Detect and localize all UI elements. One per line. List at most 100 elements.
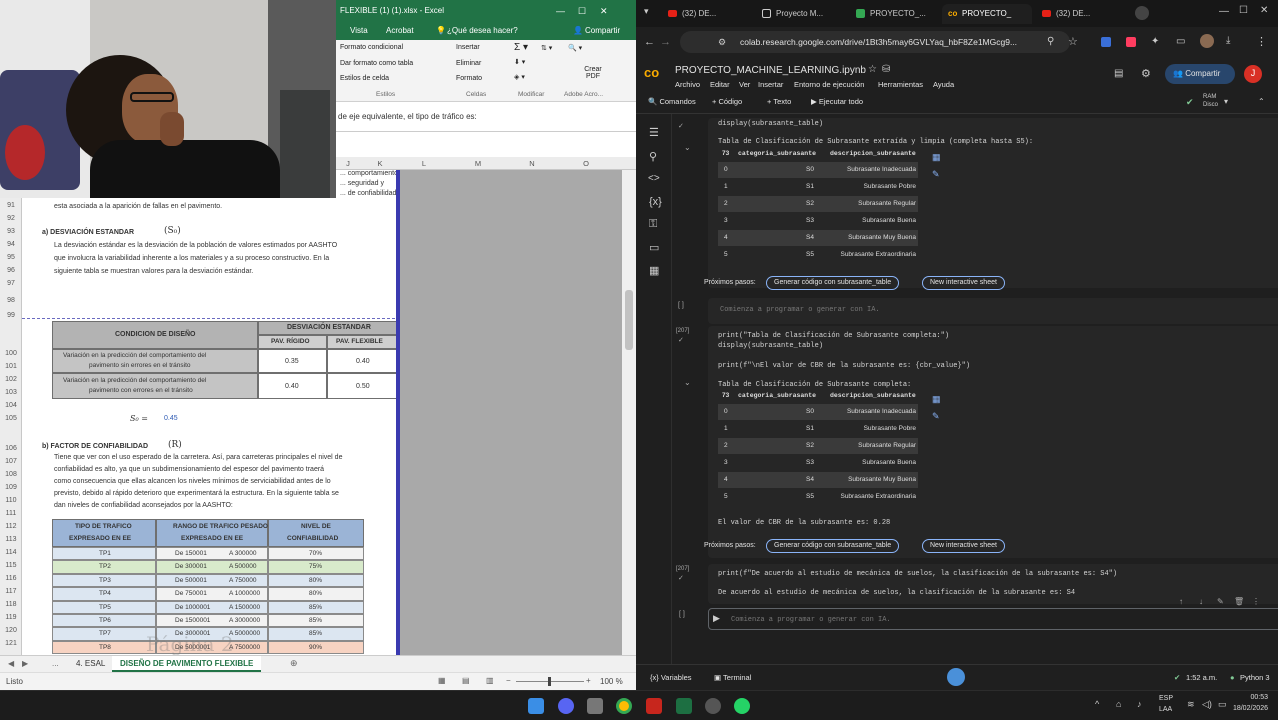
formula-bar[interactable]: de eje equivalente, el tipo de tráfico e…: [336, 104, 636, 132]
row-header[interactable]: 120: [0, 627, 22, 634]
wifi-icon[interactable]: ≋: [1187, 699, 1195, 710]
conditional-format-button[interactable]: Formato condicional: [340, 44, 403, 51]
sidepanel-icon[interactable]: ▭: [1176, 36, 1185, 47]
row-header[interactable]: 121: [0, 640, 22, 647]
edit-icon[interactable]: ✎: [1217, 597, 1224, 606]
whatsapp-icon[interactable]: [734, 698, 750, 714]
comments-icon[interactable]: ▤: [1114, 68, 1123, 79]
clock-date[interactable]: 18/02/2026: [1226, 705, 1268, 712]
row-header[interactable]: 94: [0, 241, 22, 248]
secrets-icon[interactable]: ⚿: [649, 218, 657, 231]
play-icon[interactable]: ▶: [713, 613, 720, 624]
cell-placeholder[interactable]: Comienza a programar o generar con IA.: [720, 306, 880, 314]
row-header[interactable]: 118: [0, 601, 22, 608]
settings-icon[interactable]: ⚙: [1141, 67, 1151, 80]
zoom-level[interactable]: 100 %: [600, 677, 623, 686]
row-header[interactable]: 92: [0, 215, 22, 222]
column-header[interactable]: K: [370, 159, 390, 168]
row-header[interactable]: 117: [0, 588, 22, 595]
files-icon[interactable]: ▭: [649, 241, 659, 254]
menu-archivo[interactable]: Archivo: [675, 80, 700, 89]
more-icon[interactable]: ⋮: [1252, 597, 1260, 606]
address-bar[interactable]: colab.research.google.com/drive/1Bt3h5ma…: [680, 31, 1070, 53]
bookmark-icon[interactable]: ☆: [1068, 35, 1078, 48]
code-line[interactable]: display(subrasante_table): [718, 120, 823, 128]
find-icon[interactable]: 🔍 ▾: [568, 44, 582, 52]
insert-cells-button[interactable]: Insertar: [456, 44, 480, 51]
zoom-thumb[interactable]: [548, 677, 551, 686]
menu-runtime[interactable]: Entorno de ejecución: [794, 80, 864, 89]
interactive-sheet-chip[interactable]: New interactive sheet: [922, 539, 1005, 553]
maximize-icon[interactable]: ☐: [1239, 5, 1248, 16]
add-sheet-icon[interactable]: ⊕: [290, 658, 298, 669]
ram-label[interactable]: RAM: [1203, 94, 1216, 100]
move-down-icon[interactable]: ↓: [1199, 597, 1203, 606]
chrome-icon[interactable]: [616, 698, 632, 714]
code-cell[interactable]: [207] ✓ print(f"De acuerdo al estudio de…: [676, 564, 1278, 604]
row-header[interactable]: 97: [0, 280, 22, 287]
format-table-button[interactable]: Dar formato como tabla: [340, 60, 413, 67]
minimize-icon[interactable]: —: [1219, 6, 1229, 17]
table-view-icon[interactable]: ▦: [932, 152, 941, 163]
extensions-icon[interactable]: ✦: [1151, 36, 1159, 47]
browser-tab[interactable]: (32) DE...: [1036, 4, 1126, 24]
row-header[interactable]: 93: [0, 228, 22, 235]
code-line[interactable]: print(f"De acuerdo al estudio de mecánic…: [718, 570, 1117, 578]
excel-share-button[interactable]: Compartir: [585, 26, 620, 35]
row-header[interactable]: 91: [0, 202, 22, 209]
chevron-up-icon[interactable]: ^: [1095, 699, 1099, 709]
settings-icon[interactable]: [705, 698, 721, 714]
vertical-scrollbar[interactable]: [622, 170, 636, 655]
row-header[interactable]: 107: [0, 458, 22, 465]
delete-icon[interactable]: 🗑: [1234, 597, 1244, 606]
generate-code-chip[interactable]: Generar código con subrasante_table: [766, 276, 900, 290]
scroll-thumb[interactable]: [625, 290, 633, 350]
sheet-tab-active[interactable]: DISEÑO DE PAVIMENTO FLEXIBLE: [112, 656, 262, 672]
empty-cell[interactable]: [ ] Comienza a programar o generar con I…: [678, 298, 1278, 324]
row-header[interactable]: 102: [0, 376, 22, 383]
tab-list-icon[interactable]: ▾: [644, 6, 649, 17]
maximize-icon[interactable]: ☐: [578, 6, 586, 17]
format-cells-button[interactable]: Formato: [456, 75, 482, 82]
run-cell-icon[interactable]: [ ]: [679, 611, 685, 618]
start-icon[interactable]: [528, 698, 544, 714]
row-header[interactable]: 99: [0, 312, 22, 319]
move-up-icon[interactable]: ↑: [1179, 597, 1183, 606]
file-explorer-icon[interactable]: [587, 698, 603, 714]
fill-icon[interactable]: ⬇ ▾: [514, 58, 525, 66]
column-header[interactable]: N: [522, 159, 542, 168]
lang-secondary[interactable]: LAA: [1159, 706, 1172, 713]
extension-icon[interactable]: [1126, 37, 1136, 47]
discord-icon[interactable]: [558, 698, 574, 714]
code-line[interactable]: print("Tabla de Clasificación de Subrasa…: [718, 332, 949, 340]
interactive-sheet-chip[interactable]: New interactive sheet: [922, 276, 1005, 290]
row-header[interactable]: 115: [0, 562, 22, 569]
row-header[interactable]: 95: [0, 254, 22, 261]
row-header[interactable]: 104: [0, 402, 22, 409]
minimize-icon[interactable]: —: [556, 6, 565, 16]
sort-icon[interactable]: ⇅ ▾: [541, 44, 552, 52]
disk-label[interactable]: Disco: [1203, 102, 1218, 108]
add-text-button[interactable]: + Texto: [767, 97, 791, 106]
code-cell[interactable]: [207] ✓ ⌄ print("Tabla de Clasificación …: [676, 326, 1278, 558]
variables-icon[interactable]: {x}: [649, 196, 662, 208]
excel-icon[interactable]: [676, 698, 692, 714]
row-header[interactable]: 110: [0, 497, 22, 504]
add-code-button[interactable]: + Código: [712, 97, 742, 106]
column-header[interactable]: J: [338, 159, 358, 168]
terminal-icon[interactable]: ▦: [649, 264, 659, 277]
site-info-icon[interactable]: ⚙: [718, 37, 726, 48]
browser-tab[interactable]: PROYECTO_...: [850, 4, 940, 24]
volume-icon[interactable]: ◁): [1202, 699, 1212, 710]
avatar[interactable]: [1200, 34, 1214, 48]
tab-vista[interactable]: Vista: [350, 26, 368, 35]
toc-icon[interactable]: ☰: [649, 126, 659, 139]
output-toggle-icon[interactable]: ⌄: [684, 378, 691, 387]
sheet-nav[interactable]: ...: [52, 659, 59, 668]
drive-icon[interactable]: ⛁: [882, 64, 890, 75]
run-cell-icon[interactable]: [ ]: [678, 302, 684, 309]
sheet-tab[interactable]: 4. ESAL: [76, 659, 105, 668]
menu-help[interactable]: Ayuda: [933, 80, 954, 89]
tell-me-search[interactable]: ¿Qué desea hacer?: [447, 26, 518, 35]
zoom-out-icon[interactable]: −: [506, 676, 511, 685]
